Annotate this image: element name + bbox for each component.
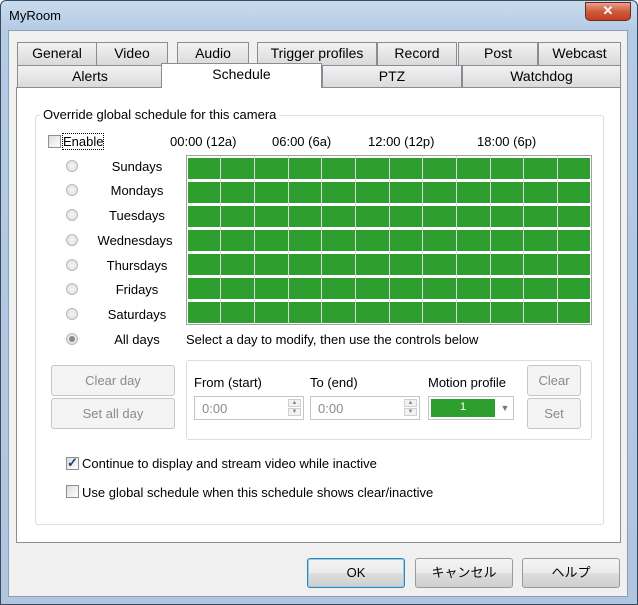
use-global-schedule-checkbox[interactable] (66, 485, 79, 498)
motion-profile-select[interactable]: 1 ▼ (428, 396, 514, 420)
grid-line (422, 156, 423, 324)
tab-record[interactable]: Record (377, 42, 457, 65)
window-title: MyRoom (9, 8, 62, 23)
day-radio-all-days[interactable] (66, 333, 78, 345)
tab-general[interactable]: General (17, 42, 97, 65)
clear-button[interactable]: Clear (527, 365, 581, 396)
grid-line (523, 156, 524, 324)
spin-up-icon[interactable]: ▲ (404, 399, 417, 407)
from-time-spinner[interactable]: 0:00 ▲ ▼ (194, 396, 304, 420)
tab-trigger-profiles[interactable]: Trigger profiles (257, 42, 377, 65)
day-label: All days (114, 332, 160, 347)
day-label: Mondays (110, 183, 164, 198)
motion-profile-value: 1 (431, 399, 495, 417)
set-all-day-button[interactable]: Set all day (51, 398, 175, 429)
continue-streaming-label[interactable]: Continue to display and stream video whi… (82, 456, 377, 471)
to-label: To (end) (310, 375, 358, 390)
to-time-spinner[interactable]: 0:00 ▲ ▼ (310, 396, 420, 420)
schedule-grid[interactable] (186, 155, 592, 325)
grid-line (456, 156, 457, 324)
cancel-button[interactable]: キャンセル (415, 558, 513, 588)
close-button[interactable]: ✕ (585, 2, 631, 21)
tab-ptz[interactable]: PTZ (322, 65, 462, 88)
tab-schedule[interactable]: Schedule (161, 63, 322, 88)
to-time-value: 0:00 (318, 401, 344, 416)
continue-streaming-checkbox[interactable] (66, 455, 79, 471)
day-label: Saturdays (107, 307, 167, 322)
ok-button[interactable]: OK (307, 558, 405, 588)
schedule-hint: Select a day to modify, then use the con… (186, 332, 479, 347)
clear-day-button[interactable]: Clear day (51, 365, 175, 396)
hour-label: 12:00 (12p) (368, 134, 435, 149)
day-radio-sundays[interactable] (66, 160, 78, 172)
from-label: From (start) (194, 375, 262, 390)
title-bar[interactable]: MyRoom ✕ (1, 1, 637, 31)
chevron-down-icon: ▼ (500, 403, 510, 413)
day-label: Thursdays (106, 258, 168, 273)
day-radio-tuesdays[interactable] (66, 209, 78, 221)
use-global-schedule-label[interactable]: Use global schedule when this schedule s… (82, 485, 433, 500)
tab-video[interactable]: Video (96, 42, 168, 65)
spin-up-icon[interactable]: ▲ (288, 399, 301, 407)
from-time-value: 0:00 (202, 401, 228, 416)
spin-down-icon[interactable]: ▼ (288, 408, 301, 416)
help-button[interactable]: ヘルプ (522, 558, 620, 588)
spin-down-icon[interactable]: ▼ (404, 408, 417, 416)
grid-line (490, 156, 491, 324)
day-radio-thursdays[interactable] (66, 259, 78, 271)
tab-webcast[interactable]: Webcast (538, 42, 621, 65)
tab-post[interactable]: Post (458, 42, 538, 65)
grid-line (288, 156, 289, 324)
day-label: Wednesdays (97, 233, 173, 248)
tab-alerts[interactable]: Alerts (17, 65, 163, 88)
day-label: Fridays (115, 282, 159, 297)
grid-line (389, 156, 390, 324)
day-radio-saturdays[interactable] (66, 308, 78, 320)
grid-line (557, 156, 558, 324)
hour-label: 06:00 (6a) (272, 134, 332, 149)
set-button[interactable]: Set (527, 398, 581, 429)
grid-line (220, 156, 221, 324)
hour-label: 18:00 (6p) (477, 134, 537, 149)
tab-audio[interactable]: Audio (177, 42, 249, 65)
grid-line (254, 156, 255, 324)
day-label: Sundays (111, 159, 163, 174)
hour-label: 00:00 (12a) (170, 134, 237, 149)
enable-checkbox[interactable] (48, 135, 61, 148)
tab-watchdog[interactable]: Watchdog (462, 65, 621, 88)
enable-label[interactable]: Enable (61, 133, 105, 150)
day-radio-mondays[interactable] (66, 184, 78, 196)
day-radio-fridays[interactable] (66, 283, 78, 295)
day-radio-wednesdays[interactable] (66, 234, 78, 246)
motion-profile-label: Motion profile (428, 375, 507, 390)
schedule-group-title: Override global schedule for this camera (40, 107, 280, 122)
day-label: Tuesdays (109, 208, 165, 223)
close-icon: ✕ (602, 3, 614, 18)
grid-line (355, 156, 356, 324)
grid-line (321, 156, 322, 324)
